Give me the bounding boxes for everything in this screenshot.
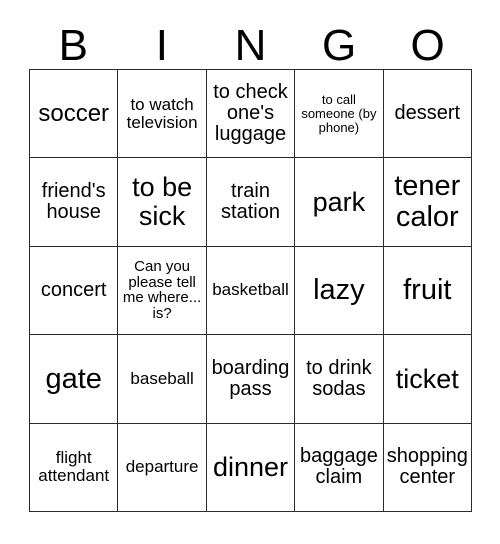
bingo-header-letter-o: O: [410, 21, 445, 70]
bingo-cell-label: lazy: [313, 274, 365, 307]
bingo-cell-r5c1[interactable]: flight attendant: [30, 423, 119, 512]
bingo-cell-r4c5[interactable]: ticket: [383, 335, 472, 424]
bingo-cell-r1c3[interactable]: to check one's luggage: [206, 70, 296, 159]
bingo-cell-r3c1[interactable]: concert: [30, 246, 119, 336]
bingo-cell-r5c3[interactable]: dinner: [206, 423, 296, 512]
bingo-cell-r3c3[interactable]: basketball: [206, 246, 296, 336]
bingo-header-letter-i: I: [155, 21, 168, 70]
bingo-cell-r1c4[interactable]: to call someone (by phone): [295, 70, 384, 159]
bingo-cell-label: departure: [125, 457, 199, 477]
bingo-cell-r1c2[interactable]: to watch television: [118, 70, 207, 159]
bingo-cell-r1c1[interactable]: soccer: [30, 70, 119, 159]
bingo-header-letter-n: N: [234, 21, 267, 70]
bingo-cell-r4c2[interactable]: baseball: [118, 335, 207, 424]
bingo-cell-label: concert: [40, 278, 107, 301]
bingo-cell-r2c1[interactable]: friend's house: [30, 158, 119, 247]
bingo-cell-label: shopping center: [386, 445, 468, 489]
bingo-cell-label: baseball: [130, 368, 194, 388]
bingo-cell-label: to be sick: [132, 172, 193, 232]
bingo-cell-r3c5[interactable]: fruit: [383, 246, 472, 336]
bingo-cell-label: flight attendant: [38, 448, 110, 486]
bingo-cell-r2c2[interactable]: to be sick: [118, 158, 207, 247]
bingo-cell-label: boarding pass: [211, 356, 290, 400]
bingo-cell-label: basketball: [212, 280, 289, 300]
bingo-cell-label: fruit: [403, 274, 452, 307]
bingo-cell-label: friend's house: [41, 179, 106, 224]
bingo-cell-r3c2[interactable]: Can you please tell me where... is?: [118, 246, 207, 336]
bingo-cell-r5c5[interactable]: shopping center: [383, 423, 472, 512]
bingo-cell-label: to check one's luggage: [213, 80, 288, 146]
bingo-cell-r2c4[interactable]: park: [295, 158, 384, 247]
bingo-header-letter-g: G: [321, 21, 357, 70]
bingo-cell-label: train station: [221, 179, 280, 224]
bingo-cell-label: Can you please tell me where... is?: [122, 257, 202, 323]
bingo-cell-label: gate: [45, 362, 102, 395]
bingo-cell-label: dinner: [212, 451, 289, 482]
bingo-cell-r1c5[interactable]: dessert: [383, 70, 472, 159]
bingo-cell-r2c5[interactable]: tener calor: [383, 158, 472, 247]
bingo-cell-label: dessert: [394, 102, 461, 125]
bingo-header-letter-b: B: [58, 21, 88, 70]
bingo-cell-label: to call someone (by phone): [301, 92, 377, 135]
bingo-cell-label: to drink sodas: [306, 356, 372, 400]
bingo-cell-label: park: [312, 186, 366, 217]
bingo-cell-label: ticket: [395, 363, 459, 394]
bingo-cell-r5c2[interactable]: departure: [118, 423, 207, 512]
bingo-card: B I N G O soccer to watch television to …: [0, 0, 500, 544]
bingo-grid: soccer to watch television to check one'…: [29, 69, 472, 512]
bingo-cell-r3c4[interactable]: lazy: [295, 246, 384, 336]
bingo-cell-label: soccer: [38, 99, 110, 127]
bingo-cell-r4c4[interactable]: to drink sodas: [295, 335, 384, 424]
bingo-header-row: B I N G O: [29, 14, 472, 69]
bingo-cell-r4c3[interactable]: boarding pass: [206, 335, 296, 424]
bingo-cell-r2c3[interactable]: train station: [206, 158, 296, 247]
bingo-cell-r4c1[interactable]: gate: [30, 335, 119, 424]
bingo-cell-label: baggage claim: [299, 445, 378, 489]
bingo-cell-label: tener calor: [394, 170, 461, 234]
bingo-cell-label: to watch television: [126, 94, 198, 132]
bingo-cell-r5c4[interactable]: baggage claim: [295, 423, 384, 512]
